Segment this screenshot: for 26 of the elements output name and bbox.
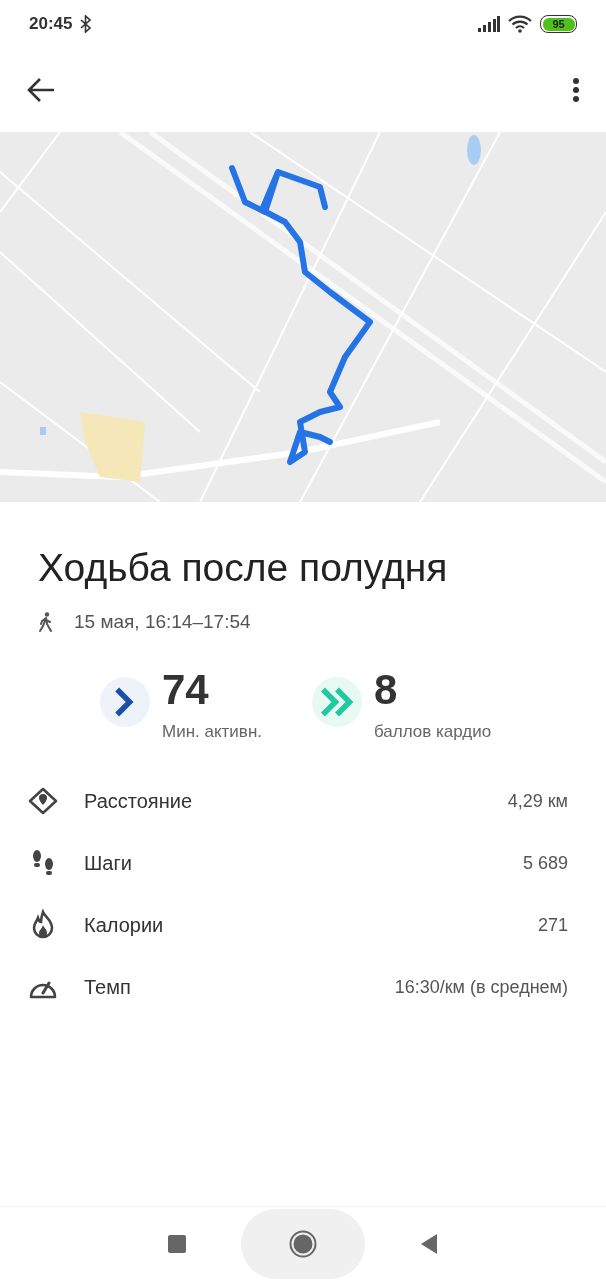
wifi-icon [508,15,532,33]
more-options-icon[interactable] [572,78,580,102]
walking-person-icon [38,612,54,633]
back-arrow-icon[interactable] [26,77,56,103]
bluetooth-icon [80,15,92,33]
recents-button[interactable] [168,1234,186,1253]
back-triangle-icon[interactable] [420,1232,438,1255]
status-time: 20:45 [29,13,73,36]
battery-indicator: 95 [540,15,577,33]
location-diamond-icon [27,785,59,817]
stat-label: Темп [84,975,132,1000]
stat-value: 5 689 [522,851,568,875]
stat-label: Шаги [84,851,133,876]
stat-label: Калории [84,913,165,938]
stat-value: 271 [537,913,568,937]
signal-icon [478,16,500,32]
home-circle-icon [289,1229,317,1258]
workout-date: 15 мая, 16:14–17:54 [74,610,251,634]
workout-title: Ходьба после полудня [38,545,449,591]
stat-value: 4,29 км [507,789,568,813]
stat-value: 16:30/км (в среднем) [394,975,568,999]
metric-value: 8 [374,666,399,713]
metric-label: баллов кардио [374,720,492,743]
stat-label: Расстояние [84,789,194,814]
metric-label: Мин. активн. [162,720,262,743]
metric-value: 74 [162,666,210,713]
